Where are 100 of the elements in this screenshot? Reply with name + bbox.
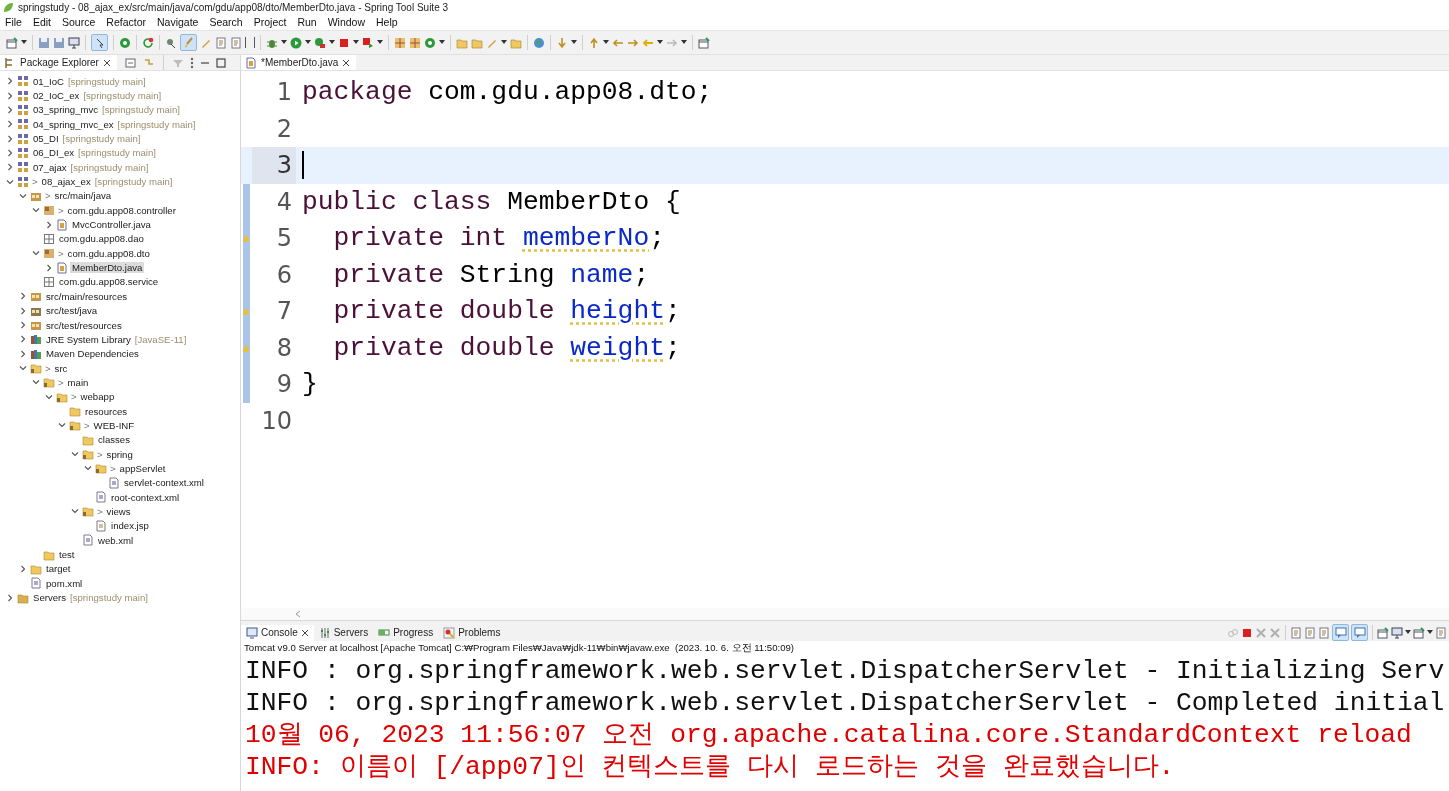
document-icon[interactable] (215, 36, 227, 49)
tree-item[interactable]: root-context.xml (109, 491, 182, 503)
tree-item[interactable]: classes (96, 434, 132, 446)
caret-icon[interactable] (657, 40, 663, 45)
chevron-right-icon[interactable] (18, 321, 27, 329)
tree-item[interactable]: 08_ajax_ex (39, 176, 93, 188)
menu-item[interactable]: Project (253, 16, 287, 28)
tree-item[interactable]: com.gdu.app08.controller (65, 204, 178, 216)
caret-icon[interactable] (1405, 630, 1411, 635)
view-tab[interactable]: Console (241, 624, 314, 641)
document-icon[interactable] (1304, 626, 1316, 639)
grid-icon[interactable] (409, 36, 421, 49)
tree-item[interactable]: src (52, 362, 70, 374)
tree-item[interactable]: com.gdu.app08.dto (65, 247, 152, 259)
chevron-down-icon[interactable] (44, 392, 53, 401)
tree-item[interactable]: web.xml (96, 534, 136, 546)
chevron-right-icon[interactable] (5, 148, 14, 157)
chevron-right-icon[interactable] (5, 105, 14, 114)
caret-icon[interactable] (353, 40, 359, 45)
window-icon[interactable] (1377, 626, 1389, 639)
view-tab[interactable]: Problems (438, 624, 506, 641)
window-icon[interactable] (1413, 626, 1425, 639)
caret-icon[interactable] (329, 40, 335, 45)
tree-item[interactable]: src/main/java (52, 190, 114, 202)
caret-icon[interactable] (439, 40, 445, 45)
chevron-right-icon[interactable] (5, 120, 14, 129)
circle-icon[interactable] (424, 36, 436, 49)
close-icon[interactable] (300, 628, 309, 637)
chevron-right-icon[interactable] (18, 564, 27, 573)
tree-item[interactable]: com.gdu.app08.service (57, 276, 161, 288)
chevron-right-icon[interactable] (5, 593, 14, 602)
tree-item[interactable]: resources (83, 405, 130, 417)
tree-item[interactable]: 06_DI_ex (31, 147, 77, 159)
chevron-right-icon[interactable] (44, 263, 53, 272)
view-tab[interactable]: Package Explorer (0, 55, 117, 70)
close-icon[interactable] (342, 58, 351, 67)
tree-item[interactable]: 01_IoC (31, 75, 66, 87)
document-icon[interactable] (230, 36, 242, 49)
arrow-right-icon[interactable] (627, 36, 639, 49)
caret-icon[interactable] (603, 40, 609, 45)
tree-item[interactable]: 03_spring_mvc (31, 104, 101, 116)
collapse-all-icon[interactable] (124, 56, 137, 69)
caret-icon[interactable] (305, 40, 311, 45)
view-tab[interactable]: Progress (373, 624, 439, 641)
tree-item[interactable]: spring (104, 448, 135, 460)
menu-item[interactable]: Navigate (157, 16, 199, 28)
tree-item[interactable]: 04_spring_mvc_ex (31, 118, 116, 130)
caret-icon[interactable] (281, 40, 287, 45)
window-icon[interactable] (6, 36, 18, 49)
caret-icon[interactable] (377, 40, 383, 45)
tree-item[interactable]: webapp (78, 391, 117, 403)
tree-item[interactable]: WEB-INF (91, 419, 137, 431)
tree-item[interactable]: index.jsp (109, 520, 151, 532)
monitor-icon[interactable] (68, 36, 80, 49)
chevron-right-icon[interactable] (18, 292, 27, 301)
grid-icon[interactable] (394, 36, 406, 49)
stop-icon[interactable] (1241, 626, 1253, 639)
tree-item[interactable]: 07_ajax (31, 161, 69, 173)
refresh-icon[interactable] (142, 36, 154, 49)
menu-item[interactable]: Help (376, 16, 398, 28)
chevron-right-icon[interactable] (18, 349, 27, 358)
chevron-down-icon[interactable] (70, 450, 79, 459)
chevron-down-icon[interactable] (31, 206, 40, 215)
pilcrow-icon[interactable] (245, 37, 255, 48)
tree-item[interactable]: test (57, 549, 77, 560)
caret-icon[interactable] (21, 40, 27, 45)
chevron-down-icon[interactable] (31, 249, 40, 258)
tree-item[interactable]: MemberDto.java (70, 262, 145, 274)
menu-item[interactable]: File (5, 16, 22, 28)
chevron-down-icon[interactable] (57, 421, 66, 430)
maximize-icon[interactable] (215, 57, 226, 68)
tree-item[interactable]: MvcController.java (70, 219, 153, 231)
window-icon[interactable] (698, 36, 710, 49)
tree-item[interactable]: Maven Dependencies (44, 348, 141, 360)
menu-item[interactable]: Search (209, 16, 243, 28)
chevron-right-icon[interactable] (5, 91, 14, 100)
caret-icon[interactable] (571, 40, 577, 45)
tree-item[interactable]: 05_DI (31, 133, 61, 145)
view-tab[interactable]: Servers (313, 624, 374, 641)
chevron-right-icon[interactable] (5, 163, 14, 172)
tree-item[interactable]: servlet-context.xml (122, 477, 206, 489)
circle-icon[interactable] (119, 36, 131, 49)
tree-item[interactable]: appServlet (117, 462, 168, 474)
caret-icon[interactable] (501, 40, 507, 45)
chevron-down-icon[interactable] (70, 507, 79, 516)
globe-icon[interactable] (533, 36, 545, 49)
menu-item[interactable]: Window (327, 16, 366, 28)
play-icon[interactable] (314, 36, 326, 49)
chevron-down-icon[interactable] (83, 464, 92, 473)
tree-item[interactable]: src/test/java (44, 305, 100, 317)
chevron-right-icon[interactable] (44, 220, 53, 229)
menu-item[interactable]: Run (297, 16, 317, 28)
tree-item[interactable]: Servers (31, 592, 69, 604)
caret-icon[interactable] (1427, 630, 1433, 635)
stop-icon[interactable] (362, 36, 374, 49)
chevron-down-icon[interactable] (18, 364, 27, 373)
view-menu-icon[interactable] (189, 56, 194, 69)
document-icon[interactable] (1290, 626, 1302, 639)
tree-item[interactable]: JRE System Library (44, 333, 133, 345)
floppy-icon[interactable] (38, 36, 50, 49)
